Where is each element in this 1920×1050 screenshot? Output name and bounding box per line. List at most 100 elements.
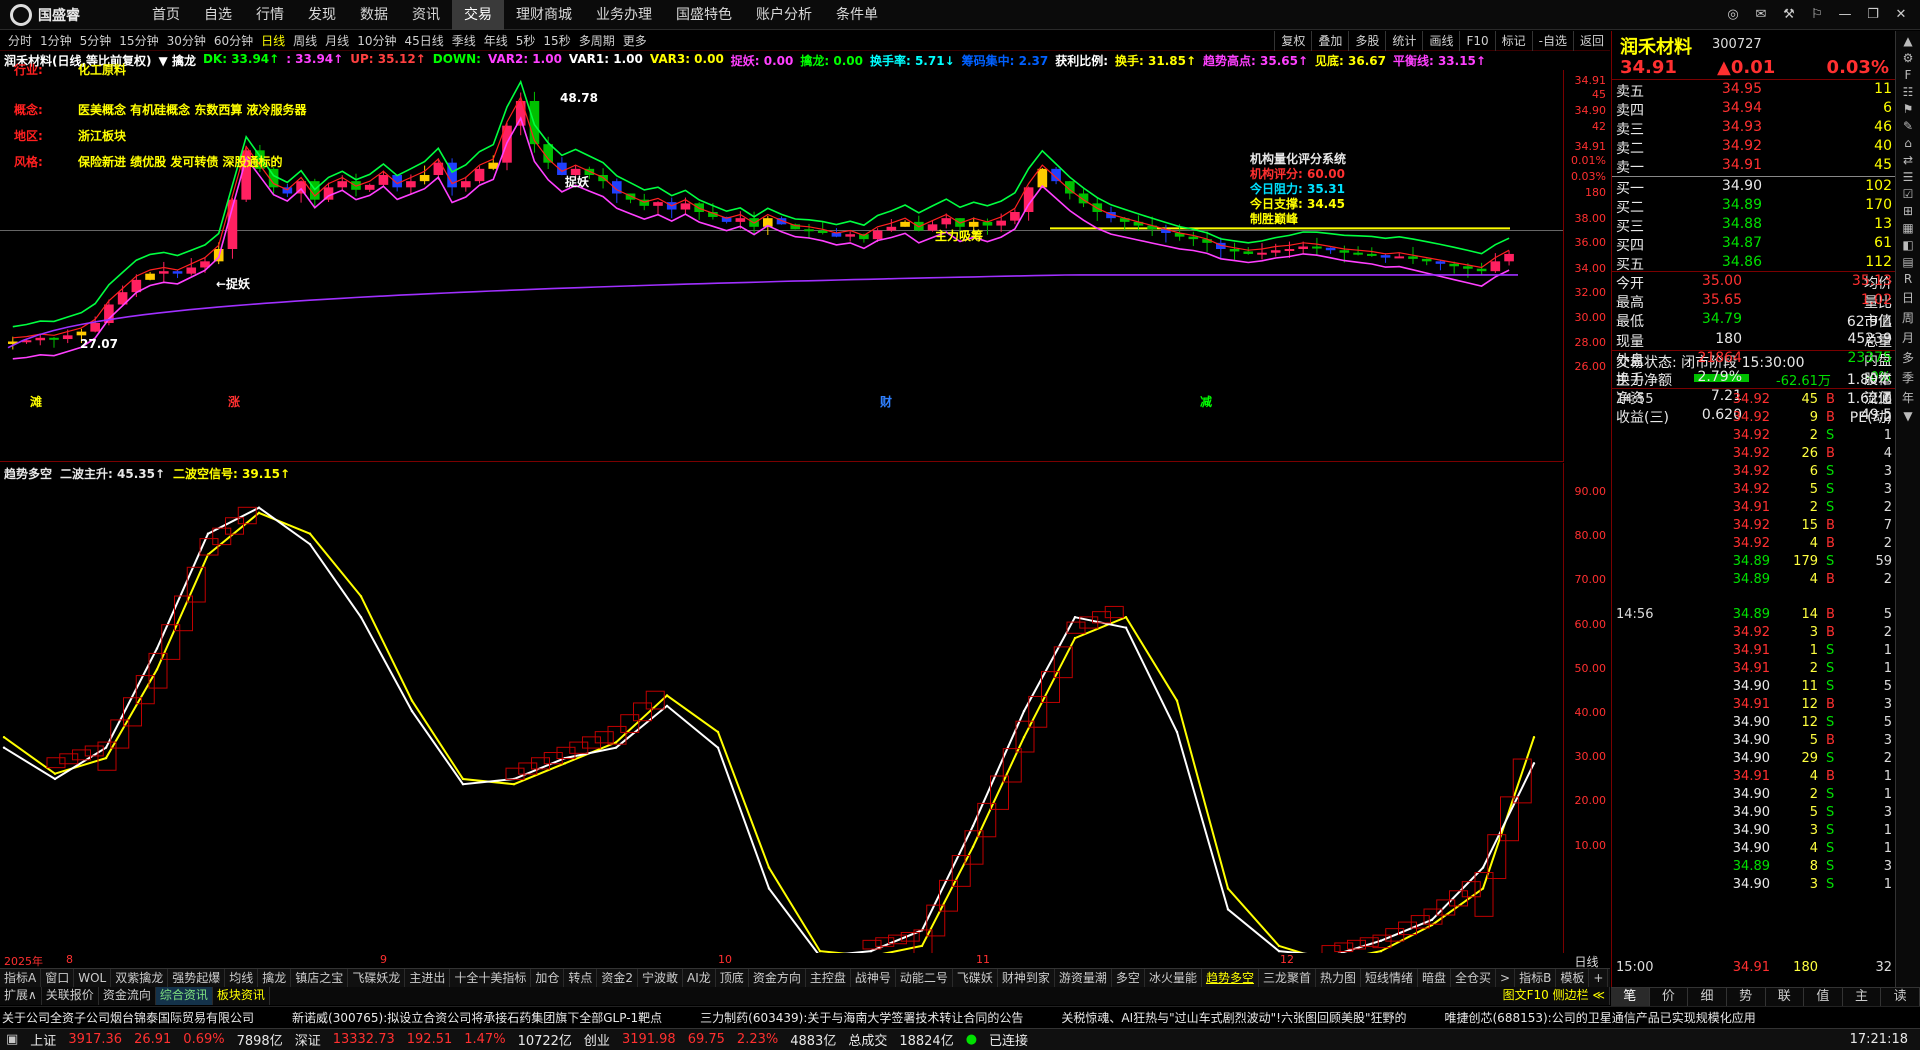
sidebar-toggle[interactable]: 图文F10 侧边栏 ≪ xyxy=(1499,987,1610,1005)
side-tool-icon[interactable]: 周 xyxy=(1897,309,1919,326)
info-tab[interactable]: 综合资讯 xyxy=(155,987,213,1005)
period-tab-4[interactable]: 30分钟 xyxy=(163,31,210,51)
indicator-tab[interactable]: 镇店之宝 xyxy=(291,969,349,987)
window-control-icon-6[interactable]: ✕ xyxy=(1890,4,1912,26)
indicator-tab[interactable]: > xyxy=(1496,969,1516,987)
chart-tool-5[interactable]: F10 xyxy=(1459,31,1494,51)
quote-tab[interactable]: 细 xyxy=(1688,988,1727,1006)
period-tab-8[interactable]: 月线 xyxy=(321,31,353,51)
side-tool-icon[interactable]: ⊞ xyxy=(1897,204,1919,218)
indicator-tab[interactable]: 三龙聚首 xyxy=(1259,969,1316,987)
side-tool-icon[interactable]: ☰ xyxy=(1897,170,1919,184)
indicator-tab[interactable]: 飞碟妖龙 xyxy=(348,969,406,987)
indicator-tab[interactable]: 顶底 xyxy=(716,969,749,987)
chart-tool-7[interactable]: -自选 xyxy=(1531,31,1573,51)
indicator-tab[interactable]: 资金方向 xyxy=(749,969,806,987)
side-tool-icon[interactable]: ⌂ xyxy=(1897,136,1919,150)
side-tool-icon[interactable]: R xyxy=(1897,272,1919,286)
window-control-icon-0[interactable]: ◎ xyxy=(1722,4,1744,26)
info-tab[interactable]: 板块资讯 xyxy=(213,987,270,1005)
period-tab-2[interactable]: 5分钟 xyxy=(76,31,116,51)
side-tool-icon[interactable]: 年 xyxy=(1897,389,1919,406)
indicator-tab[interactable]: 动能二号 xyxy=(896,969,953,987)
indicator-tab[interactable]: 资金2 xyxy=(597,969,639,987)
side-tool-icon[interactable]: ⇄ xyxy=(1897,153,1919,167)
period-tab-0[interactable]: 分时 xyxy=(4,31,36,51)
indicator-tab[interactable]: 财神到家 xyxy=(998,969,1055,987)
indicator-tab[interactable]: 双紫擒龙 xyxy=(111,969,169,987)
news-item[interactable]: 新诺威(300765):拟设立合资公司将承接石药集团旗下全部GLP-1靶点 xyxy=(292,1007,662,1028)
chart-tool-6[interactable]: 标记 xyxy=(1494,31,1532,51)
chart-tool-0[interactable]: 复权 xyxy=(1274,31,1311,51)
indicator-tab[interactable]: 模板 xyxy=(1556,969,1590,987)
sz-label[interactable]: 深证 xyxy=(295,1030,321,1049)
indicator-tab[interactable]: 窗口 xyxy=(41,969,75,987)
indicator-tab[interactable]: 战神号 xyxy=(851,969,896,987)
indicator-tab[interactable]: WOL xyxy=(74,969,112,987)
period-tab-7[interactable]: 周线 xyxy=(289,31,321,51)
menu-item-11[interactable]: 条件单 xyxy=(824,0,890,30)
side-tool-icon[interactable]: 多 xyxy=(1897,349,1919,366)
menu-item-3[interactable]: 发现 xyxy=(296,0,348,30)
indicator-tab[interactable]: 主进出 xyxy=(405,969,451,987)
period-tab-13[interactable]: 5秒 xyxy=(512,31,540,51)
kline-chart-pane[interactable]: 48.78 27.07 ←捉妖 捉妖 主力吸筹滩 涨 财 减 xyxy=(0,70,1563,462)
side-tool-icon[interactable]: ⚑ xyxy=(1897,102,1919,116)
menu-item-1[interactable]: 自选 xyxy=(192,0,244,30)
indicator-tab[interactable]: - xyxy=(1608,969,1610,987)
indicator-tab[interactable]: 指标A xyxy=(0,969,42,987)
menu-item-2[interactable]: 行情 xyxy=(244,0,296,30)
indicator-tab[interactable]: 均线 xyxy=(225,969,259,987)
news-item[interactable]: 关于公司全资子公司烟台锦泰国际贸易有限公司 xyxy=(2,1007,254,1028)
period-tab-15[interactable]: 多周期 xyxy=(575,31,619,51)
news-item[interactable]: 三力制药(603439):关于与海南大学签署技术转让合同的公告 xyxy=(700,1007,1023,1028)
indicator-tab[interactable]: 多空 xyxy=(1112,969,1145,987)
side-tool-icon[interactable]: ▦ xyxy=(1897,221,1919,235)
indicator-tab[interactable]: 热力图 xyxy=(1316,969,1361,987)
news-item[interactable]: 唯捷创芯(688153):公司的卫星通信产品已实现规模化应用 xyxy=(1445,1007,1756,1028)
indicator-tab[interactable]: 指标B xyxy=(1515,969,1557,987)
sh-label[interactable]: 上证 xyxy=(30,1030,56,1049)
indicator-tab[interactable]: + xyxy=(1589,969,1609,987)
quote-tab[interactable]: 势 xyxy=(1727,988,1766,1006)
menu-item-6[interactable]: 交易 xyxy=(452,0,504,30)
quote-tab[interactable]: 读 xyxy=(1881,988,1920,1006)
indicator-tab[interactable]: 强势起爆 xyxy=(168,969,226,987)
chart-tool-1[interactable]: 叠加 xyxy=(1311,31,1348,51)
side-tool-icon[interactable]: ▤ xyxy=(1897,255,1919,269)
side-tool-icon[interactable]: F xyxy=(1897,68,1919,82)
menu-item-5[interactable]: 资讯 xyxy=(400,0,452,30)
side-tool-icon[interactable]: ☑ xyxy=(1897,187,1919,201)
indicator-tab[interactable]: 飞碟妖 xyxy=(953,969,998,987)
side-tool-icon[interactable]: ◧ xyxy=(1897,238,1919,252)
period-tab-12[interactable]: 年线 xyxy=(480,31,512,51)
chart-tool-4[interactable]: 画线 xyxy=(1422,31,1459,51)
menu-item-0[interactable]: 首页 xyxy=(140,0,192,30)
info-tab[interactable]: 关联报价 xyxy=(42,987,99,1005)
indicator-tab[interactable]: 冰火量能 xyxy=(1145,969,1202,987)
indicator-tab[interactable]: 趋势多空 xyxy=(1202,969,1259,987)
menu-item-9[interactable]: 国盛特色 xyxy=(664,0,744,30)
side-tool-icon[interactable]: ✎ xyxy=(1897,119,1919,133)
cy-label[interactable]: 创业 xyxy=(584,1030,610,1049)
period-tab-1[interactable]: 1分钟 xyxy=(36,31,76,51)
indicator-tab[interactable]: 短线情绪 xyxy=(1361,969,1419,987)
oscillator-chart[interactable] xyxy=(0,463,1563,963)
menu-item-10[interactable]: 账户分析 xyxy=(744,0,824,30)
indicator-tab[interactable]: 全仓买 xyxy=(1451,969,1497,987)
window-control-icon-1[interactable]: ✉ xyxy=(1750,4,1772,26)
info-tab[interactable]: 资金流向 xyxy=(99,987,156,1005)
side-tool-icon[interactable]: ▲ xyxy=(1897,34,1919,48)
window-control-icon-2[interactable]: ⚒ xyxy=(1778,4,1800,26)
indicator-tab[interactable]: AI龙 xyxy=(683,969,716,987)
indicator-tab[interactable]: 转点 xyxy=(564,969,598,987)
indicator-tab[interactable]: 宁波敢 xyxy=(638,969,684,987)
period-tab-5[interactable]: 60分钟 xyxy=(210,31,257,51)
quote-tab[interactable]: 价 xyxy=(1650,988,1689,1006)
period-tab-3[interactable]: 15分钟 xyxy=(115,31,162,51)
side-tool-icon[interactable]: ☷ xyxy=(1897,85,1919,99)
side-tool-icon[interactable]: 日 xyxy=(1897,289,1919,306)
kline-chart[interactable]: 48.78 27.07 ←捉妖 捉妖主力吸筹滩 涨 财 减 xyxy=(0,70,1563,462)
period-tab-10[interactable]: 45日线 xyxy=(400,31,447,51)
quote-tab[interactable]: 联 xyxy=(1766,988,1805,1006)
